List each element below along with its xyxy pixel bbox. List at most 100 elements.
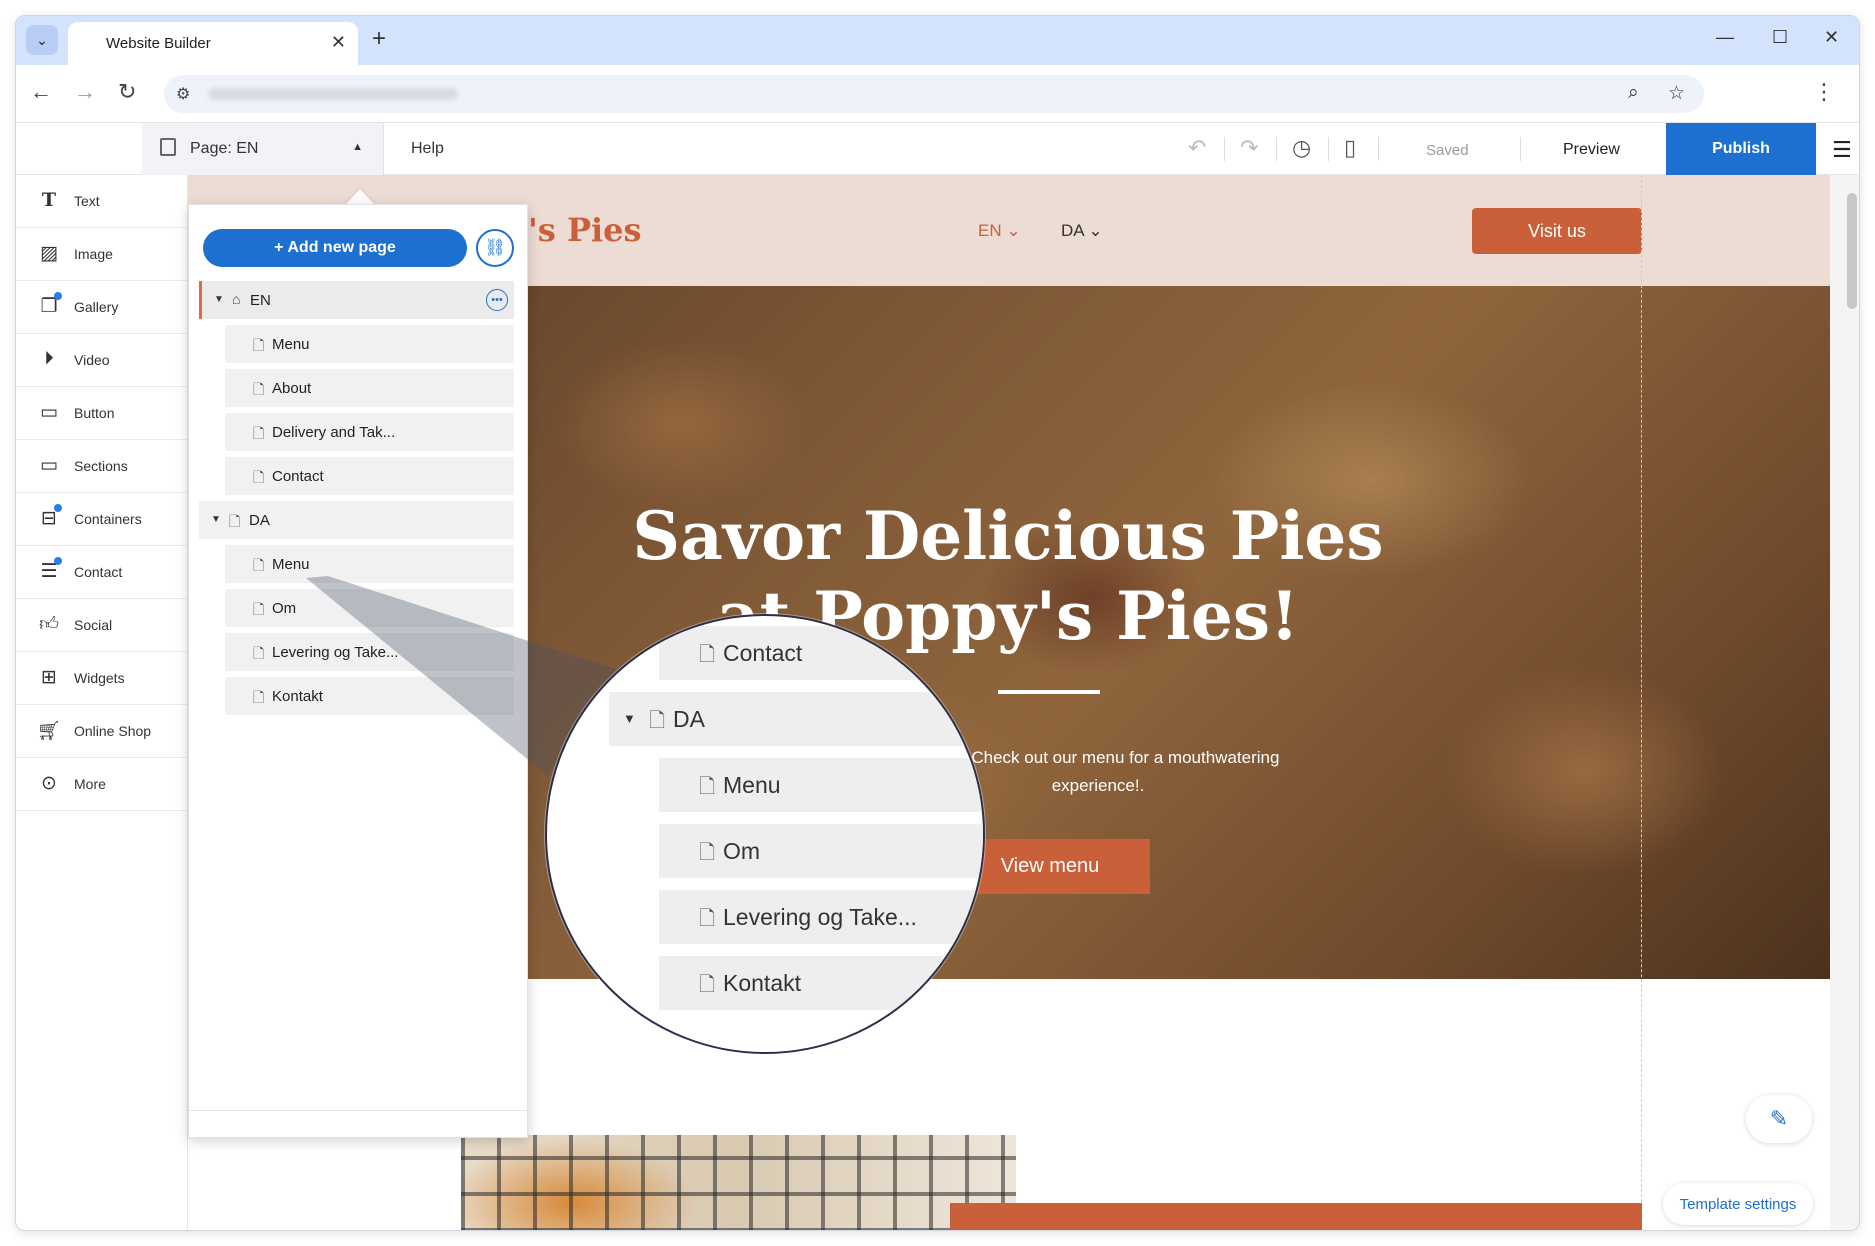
zoom-icon[interactable]: ⌕ [1628,82,1639,104]
page-icon: 🗋 [649,710,666,732]
more-options-icon[interactable]: ••• [486,289,508,311]
home-icon: ⌂ [232,291,241,307]
page-selector[interactable]: Page: EN ▲ [142,123,384,175]
dropdown-pointer [346,189,374,204]
new-badge-dot [54,292,62,300]
canvas-scrollbar[interactable] [1842,175,1859,1230]
page-item-en-menu[interactable]: 🗋 Menu [225,325,514,363]
preview-button[interactable]: Preview [1563,141,1620,159]
template-settings-button[interactable]: Template settings [1663,1183,1813,1225]
pages-icon [160,138,176,156]
panel-item-widgets[interactable]: ⊞ Widgets [16,652,188,705]
pages-dropdown: + Add new page ⛓ ▼ ⌂ EN ••• 🗋 Menu 🗋 About… [188,204,528,1138]
mag-row-contact: 🗋 Contact [659,626,983,680]
panel-item-containers[interactable]: ⊟ Containers [16,493,188,546]
forward-icon[interactable]: → [74,79,96,105]
page-item-da-om[interactable]: 🗋 Om [225,589,514,627]
close-tab-icon[interactable]: ✕ [331,32,346,53]
panel-item-image[interactable]: ▨ Image [16,228,188,281]
back-icon[interactable]: ← [30,79,52,105]
bookmark-star-icon[interactable]: ☆ [1668,82,1685,105]
mobile-view-icon[interactable]: ▯ [1344,135,1356,161]
page-icon: 🗋 [699,644,716,666]
visit-us-button[interactable]: Visit us [1472,208,1642,254]
page-icon: 🗋 [253,381,265,397]
link-icon[interactable]: ⛓ [476,229,514,267]
page-item-da-levering[interactable]: 🗋 Levering og Take... [225,633,514,671]
hamburger-menu-icon[interactable]: ☰ [1832,137,1852,163]
browser-menu-icon[interactable]: ⋮ [1813,79,1835,105]
history-icon[interactable]: ◷ [1292,135,1311,161]
more-icon: ⊙ [41,773,57,794]
panel-item-sections[interactable]: ▭ Sections [16,440,188,493]
page-icon: 🗋 [253,557,265,573]
tab-search-button[interactable]: ⌄ [26,25,58,55]
language-en[interactable]: EN ⌄ [978,221,1021,241]
url-input[interactable]: ⚙ ⌕ ☆ [164,75,1704,113]
page-item-en-about[interactable]: 🗋 About [225,369,514,407]
page-icon: 🗋 [699,776,716,798]
design-icon[interactable]: ✎ [1746,1095,1812,1143]
button-icon: ▭ [40,402,58,423]
add-new-page-button[interactable]: + Add new page [203,229,467,267]
close-window-icon[interactable]: ✕ [1824,27,1839,48]
panel-item-button[interactable]: ▭ Button [16,387,188,440]
address-bar: ← → ↻ ⚙ ⌕ ☆ ⋮ [16,65,1859,123]
minimize-icon[interactable]: — [1716,27,1734,48]
widgets-icon: ⊞ [41,667,57,688]
page-item-da-menu[interactable]: 🗋 Menu [225,545,514,583]
page-icon: 🗋 [253,469,265,485]
page-icon: 🗋 [229,513,241,529]
site-info-icon[interactable]: ⚙ [176,84,190,104]
page-icon: 🗋 [253,337,265,353]
caret-down-icon[interactable]: ▼ [211,514,221,525]
pie-photo[interactable] [461,1135,1016,1230]
mag-row-kontakt: 🗋 Kontakt [659,956,983,1010]
element-panel: T Text ▨ Image ❐ Gallery ⏵ Video ▭ Button ▭ Se… [16,175,188,1230]
text-icon: T [41,189,57,211]
scroll-thumb[interactable] [1847,193,1857,309]
toolbar-divider [1328,137,1329,161]
thumbs-up-icon: 👍︎ [39,614,59,635]
page-icon: 🗋 [253,425,265,441]
panel-item-more[interactable]: ⊙ More [16,758,188,811]
toolbar-divider [1520,137,1521,161]
publish-button[interactable]: Publish [1666,123,1816,175]
mag-row-da: ▼ 🗋 DA [609,692,983,746]
maximize-icon[interactable]: ☐ [1772,27,1788,48]
url-text-blurred [208,88,458,100]
caret-down-icon[interactable]: ▼ [214,294,224,305]
tab-strip: ⌄ Website Builder ✕ + — ☐ ✕ [16,16,1859,65]
toolbar-divider [1224,137,1225,161]
page-tree-lang-en[interactable]: ▼ ⌂ EN ••• [199,281,514,319]
browser-tab[interactable]: Website Builder ✕ [68,22,358,65]
new-tab-button[interactable]: + [372,25,386,53]
page-item-en-contact[interactable]: 🗋 Contact [225,457,514,495]
image-icon: ▨ [40,243,58,264]
site-logo[interactable]: 's Pies [528,211,642,249]
caret-down-icon: ▼ [623,711,636,726]
panel-item-social[interactable]: 👍︎ Social [16,599,188,652]
redo-icon[interactable]: ↷ [1240,135,1258,161]
reload-icon[interactable]: ↻ [118,79,136,105]
page-item-da-kontakt[interactable]: 🗋 Kontakt [225,677,514,715]
help-menu[interactable]: Help [411,140,444,158]
undo-icon[interactable]: ↶ [1188,135,1206,161]
panel-item-video[interactable]: ⏵ Video [16,334,188,387]
language-da[interactable]: DA ⌄ [1061,221,1103,241]
caret-up-icon: ▲ [352,141,363,153]
panel-item-text[interactable]: T Text [16,175,188,228]
hero-divider [998,690,1100,694]
toolbar-divider [1276,137,1277,161]
page-icon: 🗋 [699,908,716,930]
new-badge-dot [54,557,62,565]
orange-section[interactable] [950,1203,1642,1230]
page-item-en-delivery[interactable]: 🗋 Delivery and Tak... [225,413,514,451]
page-tree-lang-da[interactable]: ▼ 🗋 DA [199,501,514,539]
builder-toolbar: Page: EN ▲ Help ↶ ↷ ◷ ▯ Saved Preview Pu… [16,123,1859,175]
panel-item-online-shop[interactable]: 🛒︎ Online Shop [16,705,188,758]
mag-row-levering: 🗋 Levering og Take... [659,890,983,944]
panel-item-contact[interactable]: ☰ Contact [16,546,188,599]
chevron-down-icon: ⌄ [36,31,48,48]
panel-item-gallery[interactable]: ❐ Gallery [16,281,188,334]
